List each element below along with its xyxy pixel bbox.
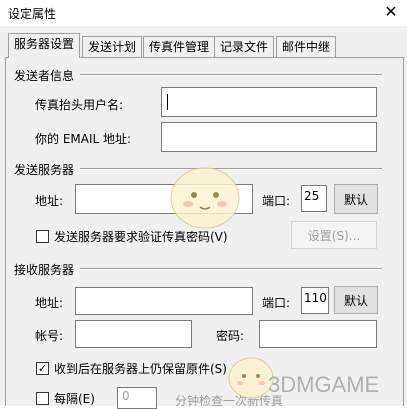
send-auth-checkbox[interactable] xyxy=(36,230,49,243)
settings-button[interactable]: 设置(S)... xyxy=(291,221,377,249)
receive-default-button[interactable]: 默认 xyxy=(334,286,378,314)
window-title: 设定属性 xyxy=(8,7,57,21)
close-icon: ✕ xyxy=(384,2,398,21)
receive-port-input[interactable]: 110 xyxy=(301,287,329,314)
watermark-text: 3DMGAME xyxy=(268,372,380,397)
tab-fax-management[interactable]: 传真件管理 xyxy=(143,36,216,57)
fax-header-label: 传真抬头用户名: xyxy=(35,98,124,112)
keep-copy-checkbox[interactable]: ✓ xyxy=(36,362,49,375)
tab-send-schedule[interactable]: 发送计划 xyxy=(82,36,143,57)
send-default-button[interactable]: 默认 xyxy=(334,184,378,214)
password-input[interactable] xyxy=(259,320,377,348)
group-title-send-server: 发送服务器 xyxy=(14,161,81,178)
receive-address-input[interactable] xyxy=(75,287,253,315)
send-address-label: 地址: xyxy=(35,194,64,208)
keep-copy-label[interactable]: 收到后在服务器上仍保留原件(S) xyxy=(54,360,227,377)
receive-address-label: 地址: xyxy=(35,296,64,310)
email-label: 你的 EMAIL 地址: xyxy=(35,132,132,146)
check-every-checkbox[interactable] xyxy=(36,392,49,405)
tab-log-files[interactable]: 记录文件 xyxy=(214,36,275,57)
account-input[interactable] xyxy=(75,320,192,348)
watermark-mascot-icon xyxy=(170,167,240,229)
group-title-receive-server: 接收服务器 xyxy=(14,261,81,278)
send-port-input[interactable]: 25 xyxy=(301,185,327,212)
group-title-sender-info: 发送者信息 xyxy=(14,67,81,84)
password-label: 密码: xyxy=(216,329,245,343)
tab-server-settings[interactable]: 服务器设置 xyxy=(8,33,81,58)
email-input[interactable] xyxy=(161,122,377,152)
check-every-label[interactable]: 每隔(E) xyxy=(54,390,95,407)
account-label: 帐号: xyxy=(35,329,64,343)
check-every-input[interactable]: 0 xyxy=(117,387,157,409)
text-caret xyxy=(167,94,168,110)
title-bar xyxy=(0,0,407,26)
fax-header-input[interactable] xyxy=(161,87,377,117)
tab-mail-relay[interactable]: 邮件中继 xyxy=(276,36,337,57)
receive-port-label: 端口: xyxy=(262,296,291,310)
send-port-label: 端口: xyxy=(262,194,291,208)
close-button[interactable]: ✕ xyxy=(379,0,403,24)
